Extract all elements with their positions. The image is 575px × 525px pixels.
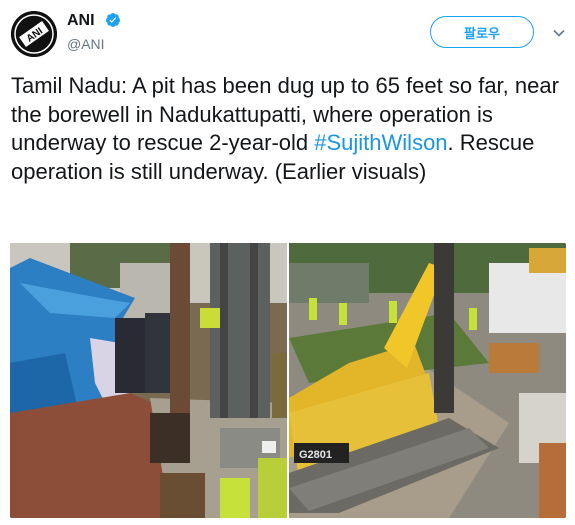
verified-badge-icon [105,13,120,27]
avatar[interactable]: ANI [11,11,57,57]
hashtag-link[interactable]: #SujithWilson [314,130,447,155]
drilling-rig-photo: G2801 [289,243,566,518]
account-handle[interactable]: @ANI [67,36,105,52]
account-name[interactable]: ANI [67,12,95,30]
ani-logo-icon: ANI [11,11,57,57]
tweet-header: ANI ANI @ANI 팔로우 [0,0,575,66]
media-photo-left[interactable] [10,243,287,518]
machine-label: G2801 [299,449,332,461]
follow-button[interactable]: 팔로우 [430,16,534,48]
media-grid: G2801 [10,243,566,518]
rescue-site-photo [10,243,287,518]
chevron-down-icon[interactable] [552,26,566,40]
media-photo-right[interactable]: G2801 [289,243,566,518]
tweet-text: Tamil Nadu: A pit has been dug up to 65 … [11,72,567,186]
